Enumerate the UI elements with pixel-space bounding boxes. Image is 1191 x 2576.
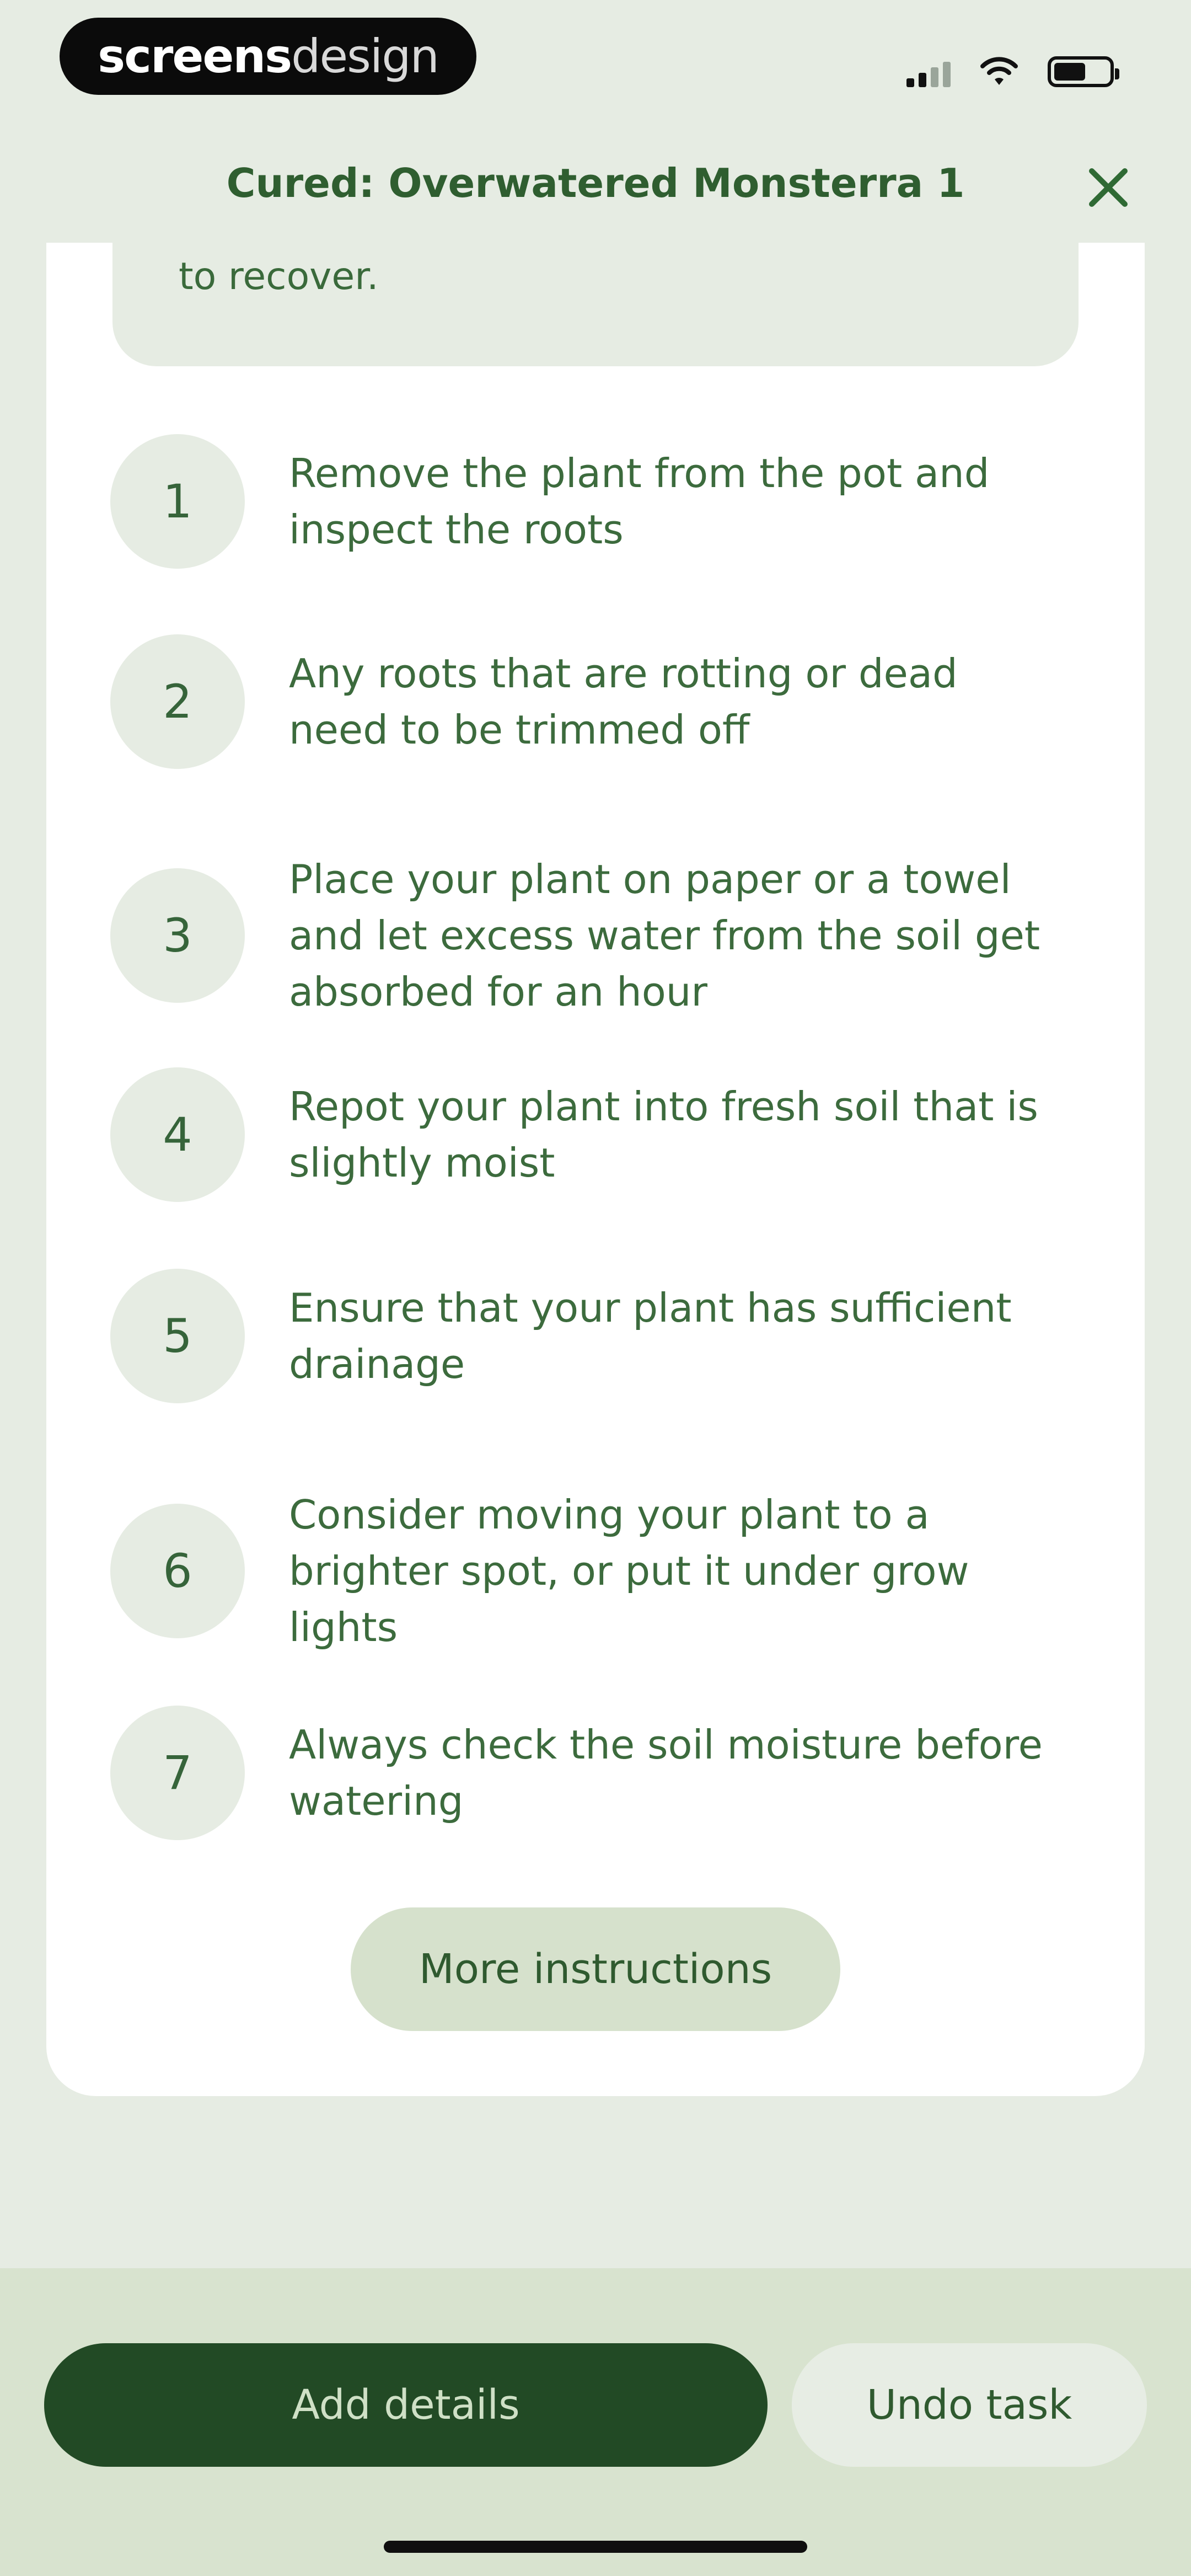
step-number: 4 xyxy=(110,1067,245,1202)
step-text: Remove the plant from the pot and inspec… xyxy=(289,450,990,553)
cellular-signal-icon xyxy=(906,60,951,87)
status-bar: screens design xyxy=(0,0,1191,121)
home-indicator[interactable] xyxy=(384,2541,807,2553)
step-number: 3 xyxy=(110,868,245,1003)
brand-logo: screens design xyxy=(60,18,476,95)
step-number: 5 xyxy=(110,1269,245,1403)
step-text: Always check the soil moisture before wa… xyxy=(289,1722,1043,1824)
step-number: 1 xyxy=(110,434,245,569)
step-number: 6 xyxy=(110,1504,245,1638)
step-item: 1 Remove the plant from the pot and insp… xyxy=(110,434,1103,569)
step-text: Any roots that are rotting or dead need … xyxy=(289,650,958,753)
step-text: Consider moving your plant to a brighter… xyxy=(289,1492,969,1650)
battery-icon xyxy=(1048,56,1119,87)
close-icon[interactable] xyxy=(1086,165,1130,210)
brand-bold-text: screens xyxy=(98,29,292,83)
step-item: 4 Repot your plant into fresh soil that … xyxy=(110,1067,1103,1202)
page-title: Cured: Overwatered Monsterra 1 xyxy=(226,160,965,206)
step-number: 7 xyxy=(110,1706,245,1840)
more-instructions-button[interactable]: More instructions xyxy=(351,1907,840,2031)
undo-task-button[interactable]: Undo task xyxy=(792,2343,1147,2467)
step-item: 6 Consider moving your plant to a bright… xyxy=(110,1487,1103,1655)
description-note: to recover. xyxy=(112,243,1079,366)
bottom-action-bar: Add details Undo task xyxy=(0,2268,1191,2576)
step-text: Repot your plant into fresh soil that is… xyxy=(289,1083,1038,1186)
step-item: 3 Place your plant on paper or a towel a… xyxy=(110,851,1103,1020)
plant-cure-screen: screens design Cured: Overwatered Monster… xyxy=(0,0,1191,2576)
add-details-button[interactable]: Add details xyxy=(44,2343,768,2467)
step-item: 7 Always check the soil moisture before … xyxy=(110,1706,1103,1840)
step-number: 2 xyxy=(110,634,245,769)
wifi-icon xyxy=(980,57,1018,85)
step-item: 5 Ensure that your plant has sufficient … xyxy=(110,1269,1103,1403)
step-item: 2 Any roots that are rotting or dead nee… xyxy=(110,634,1103,769)
status-icons xyxy=(906,49,1119,87)
brand-light-text: design xyxy=(291,29,439,83)
step-text: Ensure that your plant has sufficient dr… xyxy=(289,1285,1012,1387)
description-text: to recover. xyxy=(179,255,379,298)
step-text: Place your plant on paper or a towel and… xyxy=(289,856,1040,1015)
instructions-card: to recover. 1 Remove the plant from the … xyxy=(46,243,1145,2096)
close-button[interactable] xyxy=(1081,160,1136,215)
